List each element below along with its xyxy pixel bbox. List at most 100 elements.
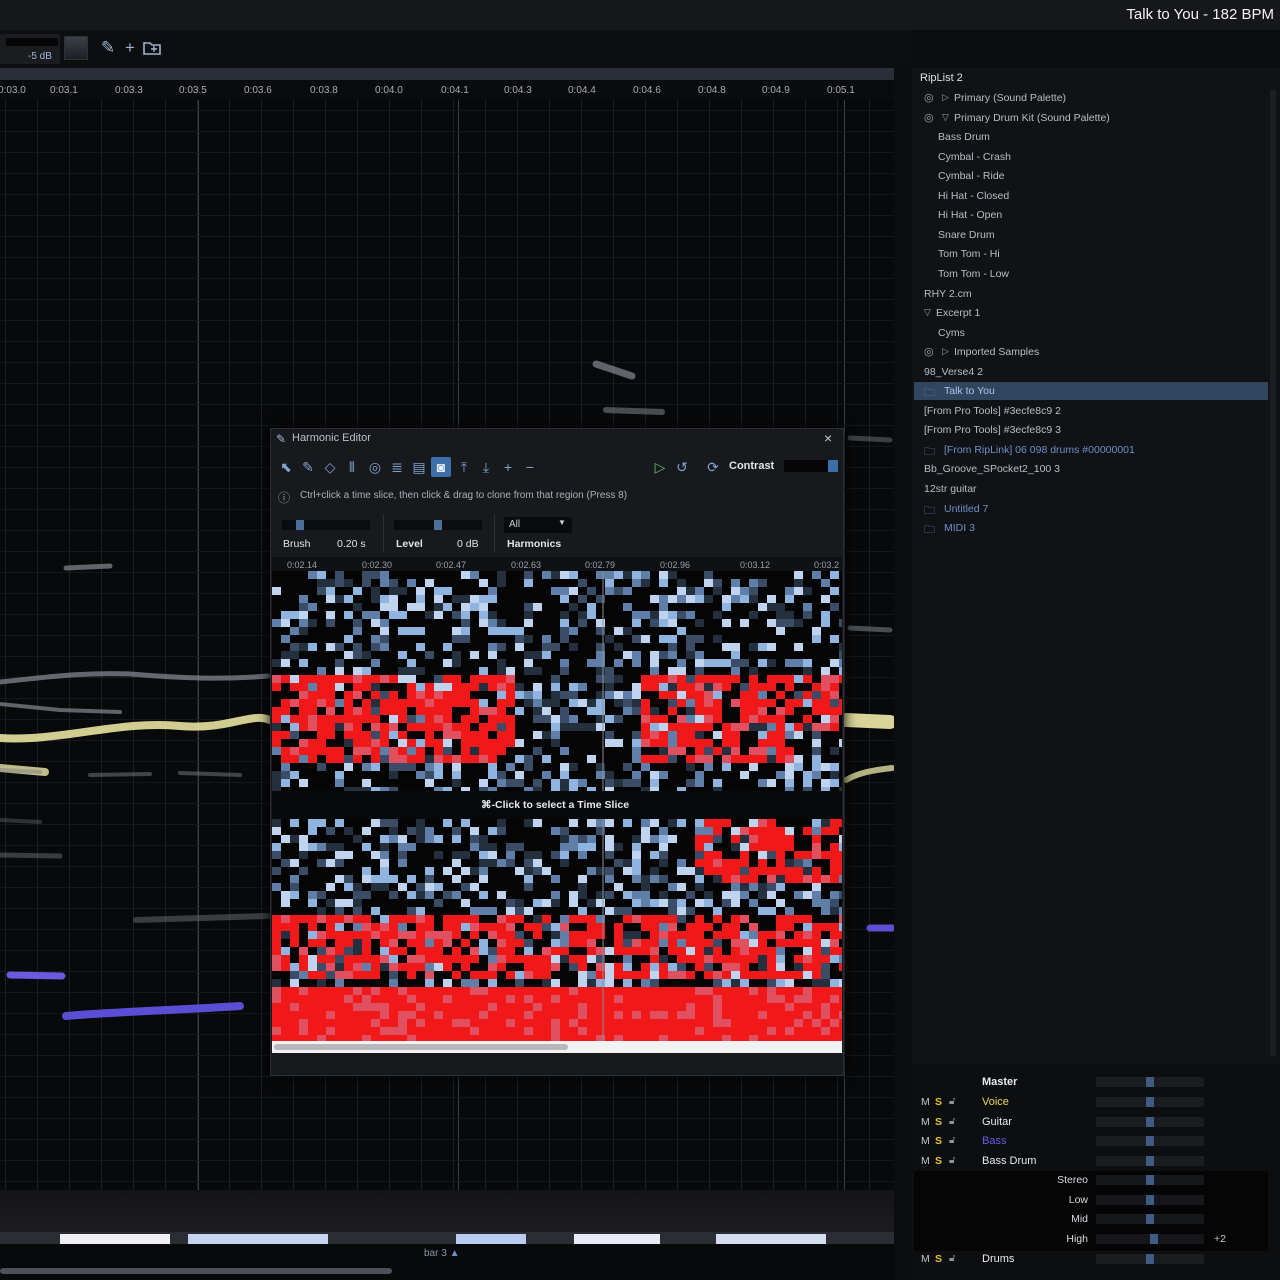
mixer-sliders-icon[interactable]: ⫴ [342,457,362,477]
push-down-icon[interactable]: ⤓ [476,457,496,477]
riplist-item[interactable]: Imported Samples [954,346,1039,358]
lock-icon[interactable]: 🔓︎ [949,1116,955,1127]
zoom-in-icon[interactable]: + [498,457,518,477]
contrast-slider-knob[interactable] [828,460,838,472]
eq-band-knob[interactable] [1150,1233,1158,1244]
mute-button[interactable]: M [921,1155,930,1167]
ruler-tick-label: 0:03.5 [179,85,207,96]
list-icon[interactable]: ≣ [387,457,407,477]
mute-button[interactable]: M [921,1135,930,1147]
master-volume-knob[interactable] [1146,1077,1154,1087]
mute-button[interactable]: M [921,1253,930,1265]
edit-icon: ✎ [276,432,287,446]
solo-button[interactable]: S [935,1253,942,1265]
eq-band-knob[interactable] [1146,1175,1154,1185]
riplist-item[interactable]: Cyms [938,327,965,339]
solo-button[interactable]: S [935,1096,942,1108]
riplist-item[interactable]: Primary (Sound Palette) [954,92,1066,104]
track-thumbnail[interactable] [64,36,88,60]
chevron-down-icon[interactable]: ▼ [558,518,566,527]
sound-palette-icon: ◎ [924,346,934,359]
riplist-item[interactable]: Hi Hat - Closed [938,190,1009,202]
mute-button[interactable]: M [921,1096,930,1108]
track-volume-knob[interactable] [1146,1097,1154,1107]
riplist-item[interactable]: RHY 2.cm [924,288,972,300]
collapse-triangle-icon[interactable]: ▽ [924,307,931,318]
brush-slider-knob[interactable] [296,520,304,530]
camera-icon[interactable]: ◙ [431,457,451,477]
riplist-item[interactable]: Snare Drum [938,229,995,241]
overview-highlight [716,1234,826,1244]
eq-band-knob[interactable] [1146,1194,1154,1205]
riplist-item[interactable]: 12str guitar [924,483,977,495]
mute-button[interactable]: M [921,1116,930,1128]
riplist-item[interactable]: MIDI 3 [944,522,975,534]
riplist-item[interactable]: Talk to You [944,385,995,397]
mixer-track-name: Guitar [982,1115,1012,1128]
harmonic-time-label: 0:03.12 [740,560,771,570]
plus-icon[interactable]: + [120,38,140,58]
riplist-item[interactable]: [From Pro Tools] #3ecfe8c9 3 [924,424,1061,436]
select-arrow-icon[interactable]: ⬉ [276,457,296,477]
track-volume-knob[interactable] [1146,1155,1154,1166]
waveform-overview[interactable] [0,1190,894,1236]
solo-button[interactable]: S [935,1116,942,1128]
riplist-item[interactable]: Untitled 7 [944,503,988,515]
harmonic-spectrogram-bottom[interactable] [272,819,842,1041]
expand-triangle-icon[interactable]: ▷ [942,92,949,103]
track-volume-knob[interactable] [1146,1136,1154,1147]
riplist-item[interactable]: [From RipLink] 06 098 drums #00000001 [944,444,1135,456]
overview-highlight [456,1234,526,1244]
level-slider-knob[interactable] [434,520,442,530]
film-icon[interactable]: ▤ [409,457,429,477]
close-icon[interactable]: × [824,430,832,446]
eraser-icon[interactable]: ◇ [320,457,340,477]
riplist-scrollbar[interactable] [1270,90,1276,1056]
lift-up-icon[interactable]: ⤒ [454,457,474,477]
ruler-tick-label: 0:03.8 [310,85,338,96]
open-folder-icon[interactable] [142,38,162,58]
folder-icon: 🗀 [924,445,935,458]
solo-button[interactable]: S [935,1135,942,1147]
lock-icon[interactable]: 🔓︎ [949,1155,955,1166]
harmonic-spectrogram-top[interactable] [272,571,842,791]
track-volume-knob[interactable] [1146,1254,1154,1264]
riplist-item[interactable]: Cymbal - Crash [938,151,1011,163]
solo-button[interactable]: S [935,1155,942,1167]
play-icon[interactable]: ▷ [650,457,670,477]
harmonics-label: Harmonics [507,538,562,550]
riplist-item[interactable]: Cymbal - Ride [938,170,1005,182]
eq-band-knob[interactable] [1146,1214,1154,1225]
riplist-item[interactable]: Primary Drum Kit (Sound Palette) [954,112,1110,124]
mixer-track-name: Voice [982,1096,1009,1108]
riplist-item[interactable]: Bb_Groove_SPocket2_100 3 [924,463,1060,475]
riplist-item[interactable]: [From Pro Tools] #3ecfe8c9 2 [924,405,1061,417]
harmonic-scroll-thumb[interactable] [274,1044,568,1050]
riplist-item[interactable]: Bass Drum [938,131,990,143]
riplist-item[interactable]: Tom Tom - Hi [938,248,1000,260]
folder-icon: 🗀 [924,524,935,537]
ruler-tick-label: 0:04.1 [441,85,469,96]
history-icon[interactable]: ↺ [672,457,692,477]
riplist-item[interactable]: 98_Verse4 2 [924,366,983,378]
zoom-out-icon[interactable]: − [520,457,540,477]
riplist-item[interactable]: Tom Tom - Low [938,268,1009,280]
harmonic-time-label: 0:02.63 [511,560,542,570]
volume-slider[interactable] [6,38,58,46]
lasso-icon[interactable]: ◎ [365,457,385,477]
track-volume-knob[interactable] [1146,1116,1154,1127]
horizontal-scrollbar[interactable] [0,1268,392,1274]
lock-icon[interactable]: 🔓︎ [949,1096,955,1107]
riplist-item[interactable]: Hi Hat - Open [938,209,1002,221]
pencil-icon[interactable]: ✎ [98,38,118,58]
ruler-bar[interactable] [0,68,894,80]
ruler-tick-label: 0:04.9 [762,85,790,96]
collapse-triangle-icon[interactable]: ▽ [942,112,949,123]
refresh-icon[interactable]: ⟳ [703,457,723,477]
brush-icon[interactable]: ✎ [298,457,318,477]
bar-marker-label: bar 3 ▲ [424,1248,460,1259]
expand-triangle-icon[interactable]: ▷ [942,346,949,357]
lock-icon[interactable]: 🔓︎ [949,1253,955,1264]
lock-icon[interactable]: 🔓︎ [949,1135,955,1146]
riplist-item[interactable]: Excerpt 1 [936,307,980,319]
